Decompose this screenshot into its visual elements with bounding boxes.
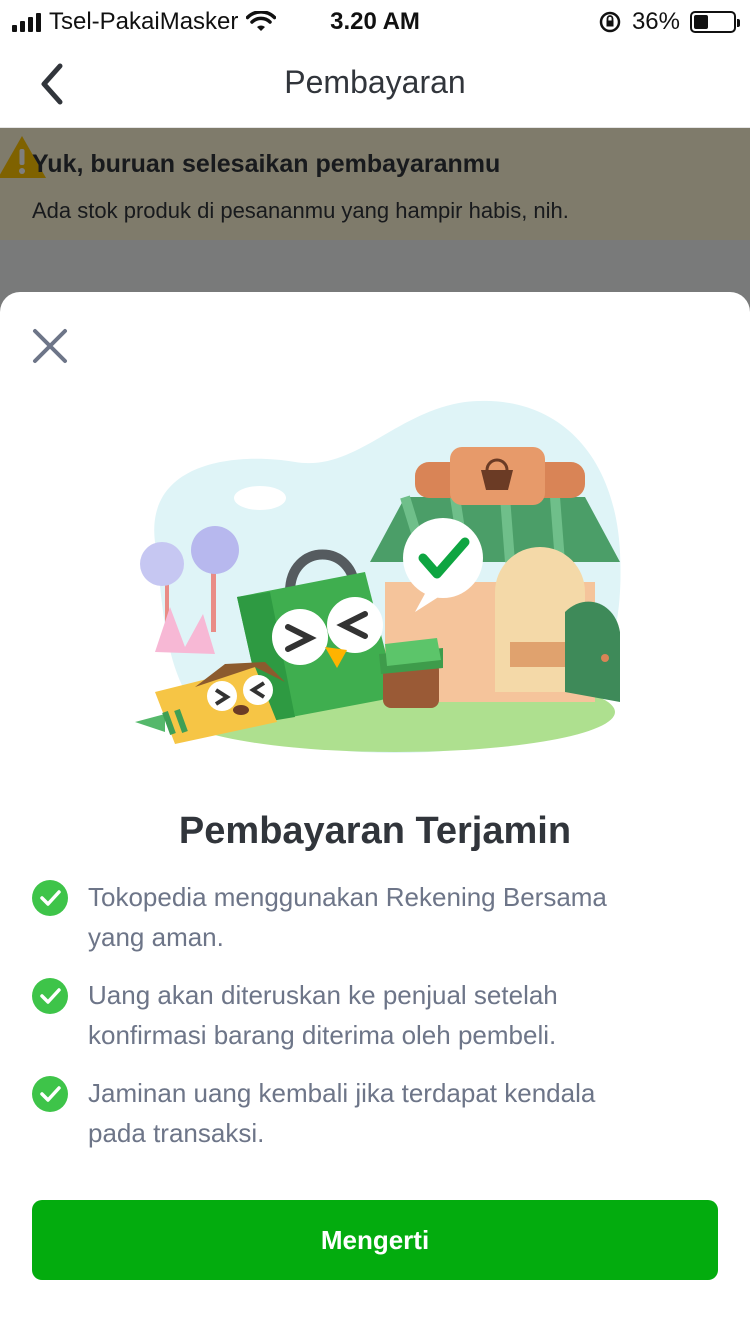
feature-line: Uang akan diteruskan ke penjual setelah: [88, 980, 558, 1010]
feature-list: Tokopedia menggunakan Rekening Bersama y…: [32, 877, 692, 1171]
battery-percent: 36%: [631, 8, 680, 35]
nav-header: Pembayaran: [0, 40, 750, 128]
feature-line: pada transaksi.: [88, 1118, 265, 1148]
bottom-sheet: Pembayaran Terjamin Tokopedia menggunaka…: [0, 292, 750, 1334]
check-circle-icon: [32, 978, 68, 1014]
feature-item: Uang akan diteruskan ke penjual setelah …: [32, 975, 692, 1055]
page-title: Pembayaran: [284, 64, 466, 100]
feature-item: Tokopedia menggunakan Rekening Bersama y…: [32, 877, 692, 957]
feature-line: yang aman.: [88, 922, 224, 952]
status-bar: Tsel-PakaiMasker 3.20 AM 36%: [0, 0, 750, 40]
feature-line: Tokopedia menggunakan Rekening Bersama: [88, 882, 607, 912]
modal-title: Pembayaran Terjamin: [178, 810, 572, 852]
battery-fill: [694, 15, 708, 29]
close-icon: [33, 329, 67, 363]
payment-screen: Tsel-PakaiMasker 3.20 AM 36% Pembayaran …: [0, 0, 750, 1334]
feature-item: Jaminan uang kembali jika terdapat kenda…: [32, 1073, 692, 1153]
check-circle-icon: [32, 880, 68, 916]
battery-icon: [690, 11, 740, 33]
feature-line: Jaminan uang kembali jika terdapat kenda…: [88, 1078, 596, 1108]
status-right: 36%: [598, 8, 740, 36]
feature-line: konfirmasi barang diterima oleh pembeli.: [88, 1020, 557, 1050]
store-mascot-illustration: [135, 400, 621, 753]
orientation-lock-icon: [599, 11, 621, 33]
close-button[interactable]: [30, 326, 70, 366]
understand-button[interactable]: Mengerti: [32, 1200, 718, 1280]
check-circle-icon: [32, 1076, 68, 1112]
